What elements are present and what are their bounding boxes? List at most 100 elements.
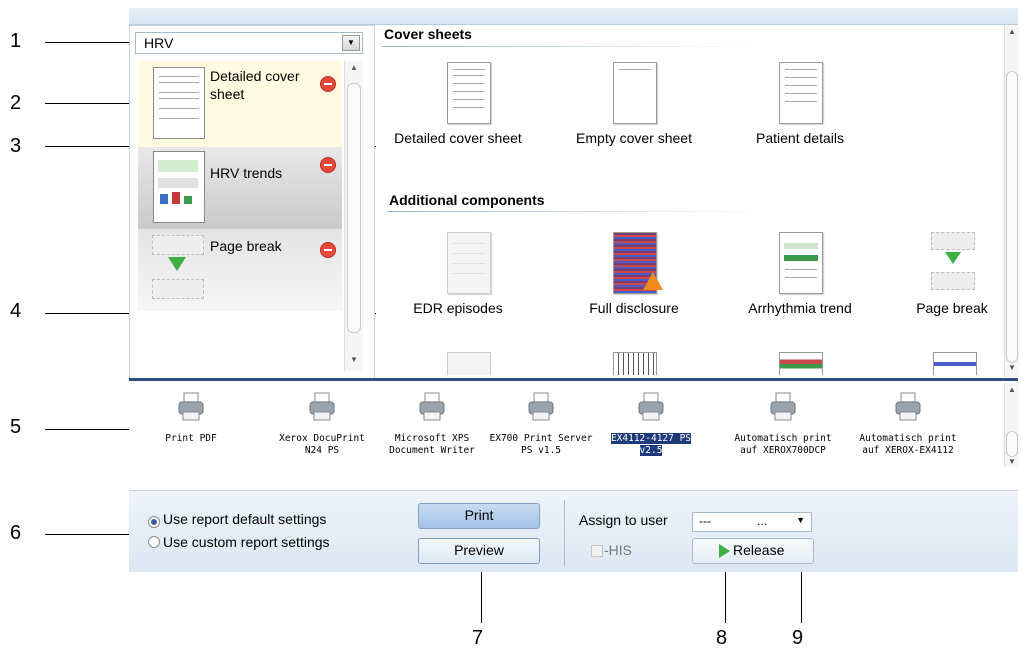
print-button[interactable]: Print [418, 503, 540, 529]
tile-caption: Arrhythmia trend [748, 300, 852, 316]
scroll-thumb[interactable] [1006, 431, 1018, 457]
callout-3: 3 [10, 135, 22, 157]
printer-scrollbar[interactable]: ▲ ▼ [1004, 383, 1019, 467]
printer-label-line1: EX4112-4127 PS [610, 433, 692, 444]
partial-tile-thumbnail [613, 352, 657, 375]
printer-icon [419, 392, 445, 421]
tile-full-disclosure[interactable]: Full disclosure [569, 232, 699, 337]
tile-arrhythmia-trend[interactable]: Arrhythmia trend [735, 232, 865, 337]
tile-detailed-cover-sheet[interactable]: Detailed cover sheet [394, 62, 533, 167]
printer-label-line1: Microsoft XPS [394, 433, 470, 444]
printer-label: Microsoft XPS Document Writer [376, 433, 488, 457]
release-label: Release [733, 542, 785, 558]
scroll-up-icon[interactable]: ▲ [1008, 385, 1016, 394]
report-item-label: HRV trends [210, 165, 283, 181]
scroll-down-icon[interactable]: ▼ [1008, 457, 1016, 466]
printer-item[interactable]: EX700 Print Server PS v1.5 [485, 392, 597, 462]
callout-4: 4 [10, 300, 22, 322]
printer-label-line2: v2.5 [639, 445, 663, 456]
printer-item[interactable]: Xerox DocuPrint N24 PS [266, 392, 378, 462]
callout-7: 7 [472, 627, 484, 649]
arrhythmia-trend-thumbnail [779, 232, 823, 294]
edr-episodes-thumbnail [447, 232, 491, 294]
hrv-trends-thumbnail [153, 151, 205, 223]
remove-icon[interactable] [320, 242, 336, 258]
radio-custom-label: Use custom report settings [163, 534, 330, 550]
partial-tile-thumbnail [933, 352, 977, 375]
patient-details-thumbnail [779, 62, 823, 124]
scroll-thumb[interactable] [1006, 71, 1018, 363]
printer-label-line1: Print PDF [165, 433, 217, 444]
report-item-hrv-trends[interactable]: HRV trends [138, 147, 342, 229]
report-item-page-break[interactable]: Page break [138, 229, 342, 311]
page-break-thumbnail [152, 235, 204, 305]
tile-caption: Empty cover sheet [576, 130, 692, 146]
green-arrow-icon [945, 252, 961, 264]
tile-empty-cover-sheet[interactable]: Empty cover sheet [569, 62, 699, 167]
scroll-down-icon[interactable]: ▼ [350, 355, 358, 364]
his-checkbox[interactable] [591, 545, 603, 557]
printer-label: EX700 Print Server PS v1.5 [485, 433, 597, 457]
detailed-cover-thumbnail [447, 62, 491, 124]
tile-patient-details[interactable]: Patient details [735, 62, 865, 167]
tile-caption: Detailed cover sheet [394, 130, 522, 146]
printer-icon [309, 392, 335, 421]
tile-edr-episodes[interactable]: EDR episodes [403, 232, 533, 337]
tile-page-break[interactable]: Page break [887, 232, 1017, 337]
remove-icon[interactable] [320, 157, 336, 173]
callout-9: 9 [792, 627, 804, 649]
remove-icon[interactable] [320, 76, 336, 92]
empty-cover-thumbnail [613, 62, 657, 124]
report-item-detailed-cover[interactable]: Detailed cover sheet [138, 61, 342, 147]
radio-default-settings[interactable] [148, 516, 160, 528]
printer-label: EX4112-4127 PS v2.5 [595, 433, 707, 457]
chevron-down-icon[interactable]: ▼ [342, 35, 360, 51]
printer-label: Print PDF [135, 433, 247, 445]
assign-user-select[interactable]: --- ... ▼ [692, 512, 812, 532]
partial-tile-thumbnail [447, 352, 491, 375]
warning-icon [643, 272, 663, 290]
callout-6: 6 [10, 522, 22, 544]
template-select[interactable]: HRV ▼ [135, 32, 363, 54]
printer-label-line1: Xerox DocuPrint [279, 433, 365, 444]
printer-label-line1: Automatisch print [859, 433, 957, 444]
play-arrow-icon [719, 544, 730, 558]
printer-label-line1: EX700 Print Server [489, 433, 593, 444]
radio-custom-settings[interactable] [148, 536, 160, 548]
printer-item[interactable]: Print PDF [135, 392, 247, 462]
left-panel-scrollbar[interactable]: ▲ ▼ [344, 61, 363, 371]
page-break-thumbnail [931, 232, 975, 292]
preview-button[interactable]: Preview [418, 538, 540, 564]
scroll-up-icon[interactable]: ▲ [350, 63, 358, 72]
release-button[interactable]: Release [692, 538, 814, 564]
printer-icon [178, 392, 204, 421]
gallery-scrollbar[interactable]: ▲ ▼ [1004, 25, 1019, 377]
assign-user-value-a: --- [699, 514, 711, 528]
printer-item[interactable]: Automatisch print auf XEROX700DCP [727, 392, 839, 462]
assign-user-value-b: ... [757, 514, 768, 528]
scroll-down-icon[interactable]: ▼ [1008, 363, 1016, 372]
callout-5: 5 [10, 416, 22, 438]
callout-1: 1 [10, 30, 22, 52]
printer-item[interactable]: Microsoft XPS Document Writer [376, 392, 488, 462]
callout-line-1 [45, 42, 129, 43]
partial-tile-thumbnail [779, 352, 823, 375]
printer-label: Automatisch print auf XEROX700DCP [727, 433, 839, 457]
callout-8: 8 [716, 627, 728, 649]
cover-sheets-heading: Cover sheets [384, 26, 472, 42]
scroll-thumb[interactable] [347, 83, 361, 333]
printer-label-line2: Document Writer [389, 445, 475, 456]
printer-label: Xerox DocuPrint N24 PS [266, 433, 378, 457]
chevron-down-icon[interactable]: ▼ [796, 515, 805, 525]
additional-components-rule [387, 211, 767, 212]
scroll-up-icon[interactable]: ▲ [1008, 27, 1016, 36]
callout-2: 2 [10, 92, 22, 114]
tile-caption: Patient details [756, 130, 844, 146]
printer-item[interactable]: Automatisch print auf XEROX-EX4112 [852, 392, 964, 462]
printer-item[interactable]: EX4112-4127 PS v2.5 [595, 392, 707, 462]
cover-sheet-thumbnail [153, 67, 205, 139]
radio-default-label: Use report default settings [163, 511, 327, 527]
settings-separator [564, 500, 565, 566]
printer-label-line2: PS v1.5 [520, 445, 562, 456]
printer-label-line2: N24 PS [304, 445, 340, 456]
